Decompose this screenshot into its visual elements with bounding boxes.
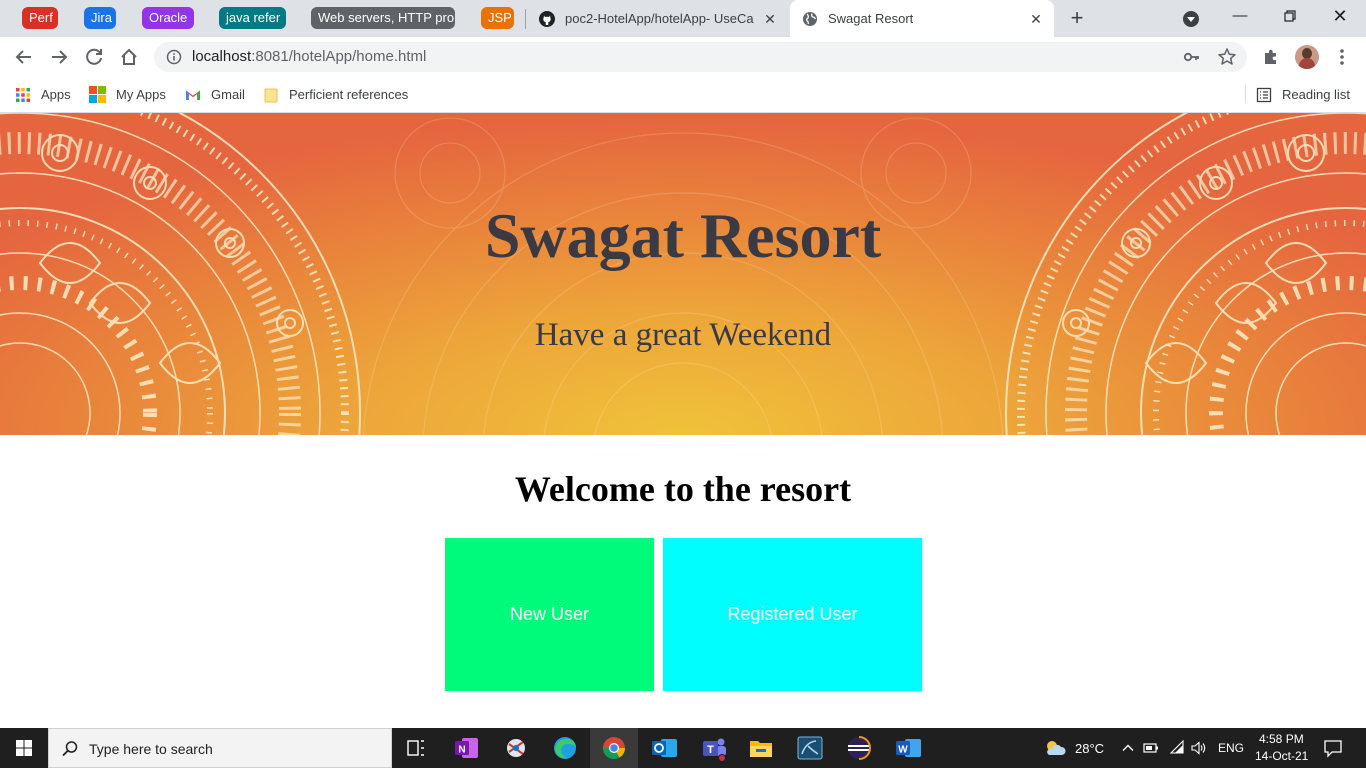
menu-dots-icon[interactable] xyxy=(1332,47,1352,67)
file-explorer-icon[interactable] xyxy=(737,728,785,768)
profile-avatar[interactable] xyxy=(1295,45,1319,69)
language-indicator[interactable]: ENG xyxy=(1218,741,1244,755)
mandala-pattern-left xyxy=(0,113,361,435)
bookmark-perficient-references[interactable]: Perficient references xyxy=(263,77,408,112)
registered-user-button[interactable]: Registered User xyxy=(663,538,922,691)
windows-start-icon[interactable] xyxy=(0,728,48,768)
tab-group-oracle[interactable]: Oracle xyxy=(142,7,194,29)
bookmark-star-icon[interactable] xyxy=(1217,47,1237,67)
hero-subtitle: Have a great Weekend xyxy=(534,317,832,353)
bookmarks-separator xyxy=(1245,85,1246,103)
search-placeholder: Type here to search xyxy=(89,741,213,757)
bookmark-label: Perficient references xyxy=(289,87,409,102)
taskbar-search-box[interactable]: Type here to search xyxy=(48,728,392,768)
apps-grid-icon xyxy=(16,87,30,102)
bookmark-label: Apps xyxy=(41,87,71,102)
new-user-button[interactable]: New User xyxy=(445,538,654,691)
clock-time[interactable]: 4:58 PM xyxy=(1259,732,1304,746)
folder-icon xyxy=(264,88,278,102)
address-bar[interactable]: localhost:8081/hotelApp/home.html xyxy=(154,42,1247,72)
tab-separator xyxy=(525,9,526,29)
bookmark-apps[interactable]: Apps xyxy=(15,77,71,112)
info-icon[interactable] xyxy=(166,49,182,65)
bookmark-label: Gmail xyxy=(211,87,245,102)
weather-temperature[interactable]: 28°C xyxy=(1075,741,1104,756)
extensions-puzzle-icon[interactable] xyxy=(1261,47,1281,67)
close-icon[interactable]: ✕ xyxy=(1028,11,1044,27)
new-user-label: New User xyxy=(509,604,589,624)
tab-title: Swagat Resort xyxy=(828,11,914,26)
tab-group-java-refer[interactable]: java refer xyxy=(219,7,286,29)
minimize-icon[interactable]: — xyxy=(1216,0,1264,32)
bookmark-gmail[interactable]: Gmail xyxy=(185,77,245,112)
new-tab-plus-icon[interactable]: + xyxy=(1064,6,1090,32)
forward-arrow-icon[interactable] xyxy=(45,43,73,71)
tab-github[interactable]: poc2-HotelApp/hotelApp- UseCa ✕ xyxy=(530,0,788,37)
close-icon[interactable]: ✕ xyxy=(762,11,778,27)
back-arrow-icon[interactable] xyxy=(10,43,38,71)
svg-text:N: N xyxy=(458,745,465,756)
key-icon[interactable] xyxy=(1183,48,1201,66)
weather-cloud-icon[interactable] xyxy=(1043,738,1067,758)
teams-icon[interactable]: T xyxy=(690,728,738,768)
tab-group-jsp[interactable]: JSP xyxy=(481,7,514,29)
task-view-icon[interactable] xyxy=(392,728,440,768)
reading-list-button[interactable]: Reading list xyxy=(1256,77,1350,112)
tab-search-icon[interactable] xyxy=(1183,11,1199,27)
tab-title: poc2-HotelApp/hotelApp- UseCa xyxy=(565,11,754,26)
window-close-icon[interactable]: ✕ xyxy=(1316,0,1364,32)
hero-title: Swagat Resort xyxy=(484,200,882,271)
github-icon xyxy=(539,10,555,27)
search-icon xyxy=(62,741,78,757)
page-viewport: Swagat Resort Have a great Weekend Welco… xyxy=(0,113,1366,728)
notifications-icon[interactable] xyxy=(1323,738,1343,758)
bookmarks-bar: Apps My Apps Gmail Perficient references… xyxy=(0,77,1366,113)
word-icon[interactable]: W xyxy=(884,728,932,768)
snipping-tool-icon[interactable] xyxy=(492,728,540,768)
reading-list-label: Reading list xyxy=(1282,87,1350,102)
registered-user-label: Registered User xyxy=(727,604,858,624)
wifi-icon[interactable] xyxy=(1169,740,1185,756)
volume-icon[interactable] xyxy=(1190,740,1208,756)
svg-text:W: W xyxy=(898,745,908,756)
reading-list-icon xyxy=(1256,87,1272,102)
mysql-workbench-icon[interactable] xyxy=(786,728,834,768)
address-url[interactable]: localhost:8081/hotelApp/home.html xyxy=(192,42,426,72)
eclipse-icon[interactable] xyxy=(835,728,883,768)
tab-swagat-resort[interactable]: Swagat Resort ✕ xyxy=(790,0,1054,37)
windows-taskbar: Type here to search N T W 28°C ENG 4:58 … xyxy=(0,728,1366,768)
globe-icon xyxy=(803,11,817,26)
browser-toolbar: localhost:8081/hotelApp/home.html xyxy=(0,37,1366,77)
battery-icon[interactable] xyxy=(1143,741,1159,755)
gmail-icon xyxy=(186,90,200,100)
outlook-icon[interactable] xyxy=(640,728,688,768)
welcome-heading: Welcome to the resort xyxy=(514,469,852,509)
restore-icon[interactable] xyxy=(1266,0,1314,32)
tab-group-web-servers[interactable]: Web servers, HTTP pro xyxy=(311,7,455,29)
edge-icon[interactable] xyxy=(541,728,589,768)
home-icon[interactable] xyxy=(115,43,143,71)
tab-group-jira[interactable]: Jira xyxy=(84,7,116,29)
bookmark-my-apps[interactable]: My Apps xyxy=(89,77,166,112)
hero-banner: Swagat Resort Have a great Weekend xyxy=(0,113,1366,435)
clock-date[interactable]: 14-Oct-21 xyxy=(1255,749,1308,763)
tab-strip: Perf Jira Oracle java refer Web servers,… xyxy=(0,0,1366,37)
tab-group-perf[interactable]: Perf xyxy=(22,7,58,29)
onenote-icon[interactable]: N xyxy=(442,728,490,768)
bookmark-label: My Apps xyxy=(116,87,166,102)
reload-icon[interactable] xyxy=(80,43,108,71)
microsoft-icon xyxy=(89,86,106,103)
svg-text:T: T xyxy=(707,744,714,756)
chrome-icon[interactable] xyxy=(590,728,638,768)
chevron-up-icon[interactable] xyxy=(1121,741,1135,755)
mandala-pattern-right xyxy=(1005,113,1366,435)
